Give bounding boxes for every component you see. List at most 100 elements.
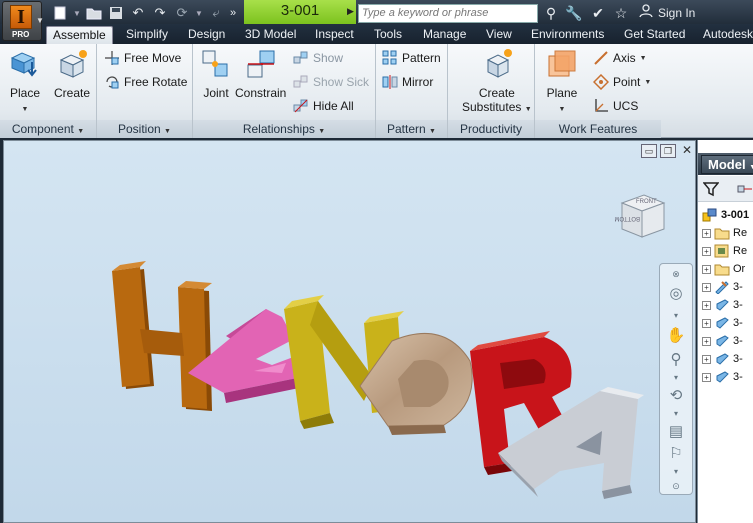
minimize-window-icon[interactable]: ▭ [641, 144, 657, 158]
tab-get-started[interactable]: Get Started [618, 26, 691, 44]
component-group-label[interactable]: Component ▼ [0, 120, 96, 138]
position-group-label[interactable]: Position ▼ [97, 120, 192, 138]
tab-autodesk[interactable]: Autodesk [697, 26, 753, 44]
communication-center-icon[interactable]: ✔ [588, 4, 608, 22]
tab-inspect[interactable]: Inspect [309, 26, 360, 44]
tree-item[interactable]: +3- [702, 278, 743, 296]
tree-item[interactable]: + Re [702, 242, 747, 260]
relationships-group-label[interactable]: Relationships ▼ [193, 120, 375, 138]
part-icon [716, 371, 729, 383]
tree-item[interactable]: +3- [702, 332, 743, 350]
plane-button[interactable]: Plane ▼ [545, 48, 579, 117]
place-button[interactable]: Place ▼ [8, 48, 42, 117]
ucs-button[interactable]: UCS [593, 96, 638, 116]
tab-tools[interactable]: Tools [368, 26, 408, 44]
orbit-icon[interactable]: ⟲ [666, 386, 686, 406]
ribbon-tab-bar: Assemble Simplify Design 3D Model Inspec… [0, 24, 753, 44]
tab-3d-model[interactable]: 3D Model [239, 26, 302, 44]
save-icon[interactable] [106, 4, 126, 22]
tree-item[interactable]: +3- [702, 314, 743, 332]
tree-item[interactable]: +3- [702, 350, 743, 368]
tab-environments[interactable]: Environments [525, 26, 610, 44]
pattern-group-label[interactable]: Pattern ▼ [376, 120, 447, 138]
graphics-viewport[interactable]: ▭ ❐ ✕ FRONT BOTTOM ⊗ ◎ ▾ ✋ ⚲ ▾ ⟲ ▾ ▤ ⚐ ▾… [3, 140, 696, 523]
close-window-icon[interactable]: ✕ [679, 144, 695, 158]
new-dropdown-icon[interactable]: ▼ [72, 4, 82, 22]
part-icon [716, 299, 729, 311]
more-tools-icon[interactable]: » [228, 4, 238, 22]
sign-in-link[interactable]: Sign In [658, 6, 695, 20]
return-icon[interactable]: ⤶ [206, 4, 226, 22]
show-button[interactable]: Show [293, 48, 343, 68]
chevron-down-icon[interactable]: ▾ [666, 306, 686, 326]
orbit-dropdown-icon[interactable]: ▾ [666, 404, 686, 424]
search-input[interactable]: Type a keyword or phrase [358, 4, 538, 23]
pattern-button[interactable]: Pattern [382, 48, 441, 68]
view-face-icon[interactable]: ⚐ [666, 444, 686, 464]
viewcube-icon[interactable]: FRONT BOTTOM [614, 185, 672, 243]
joint-label: Joint [203, 86, 229, 100]
navbar-options-icon[interactable]: ⊙ [666, 476, 686, 496]
hide-all-button[interactable]: Hide All [293, 96, 354, 116]
filter-icon[interactable] [703, 181, 719, 197]
create-button[interactable]: Create [54, 48, 90, 100]
work-features-group: Plane ▼ Axis ▼ Point ▼ UCS Work Features [535, 44, 661, 138]
subscription-key-icon[interactable]: 🔧 [564, 4, 584, 22]
update-dropdown-icon[interactable]: ▼ [194, 4, 204, 22]
constrain-icon [244, 48, 278, 80]
viewcube-front-label: FRONT [636, 199, 657, 205]
tree-item[interactable]: + Re [702, 224, 747, 242]
part-icon [716, 335, 729, 347]
axis-button[interactable]: Axis ▼ [593, 48, 647, 68]
zoom-icon[interactable]: ⚲ [666, 350, 686, 370]
open-folder-icon[interactable] [84, 4, 104, 22]
tab-manage[interactable]: Manage [417, 26, 472, 44]
pro-badge: PRO [12, 30, 30, 39]
undo-icon[interactable]: ↶ [128, 4, 148, 22]
new-file-icon[interactable] [50, 4, 70, 22]
document-title: 3-001 [244, 0, 356, 24]
info-center-arrow-icon[interactable]: ▶ [347, 6, 357, 18]
tab-design[interactable]: Design [182, 26, 231, 44]
productivity-group: Create Substitutes ▼ Productivity [448, 44, 535, 138]
model-browser-tab[interactable]: Model ▼ [701, 155, 753, 174]
productivity-group-label: Productivity [448, 120, 534, 138]
user-icon[interactable] [636, 4, 656, 22]
position-group: Free Move Free Rotate Position ▼ [97, 44, 193, 138]
point-button[interactable]: Point ▼ [593, 72, 651, 92]
joint-button[interactable]: Joint [199, 48, 233, 100]
tree-item[interactable]: +3- [702, 368, 743, 386]
redo-icon[interactable]: ↷ [150, 4, 170, 22]
browser-options-icon[interactable] [736, 181, 753, 197]
free-rotate-icon [104, 74, 120, 90]
letter-h[interactable] [112, 261, 212, 411]
create-substitutes-button[interactable]: Create Substitutes ▼ [462, 48, 532, 117]
free-rotate-button[interactable]: Free Rotate [104, 72, 187, 92]
mirror-button[interactable]: Mirror [382, 72, 433, 92]
steering-wheel-icon[interactable]: ◎ [666, 284, 686, 304]
part-icon [716, 317, 729, 329]
quick-access-toolbar: ▼ ↶ ↷ ⟳ ▼ ⤶ » [50, 4, 238, 22]
constrain-button[interactable]: Constrain [235, 48, 286, 100]
tab-simplify[interactable]: Simplify [120, 26, 174, 44]
update-icon[interactable]: ⟳ [172, 4, 192, 22]
hendra-3d-model[interactable] [4, 141, 696, 523]
show-sick-button[interactable]: Show Sick [293, 72, 369, 92]
zoom-dropdown-icon[interactable]: ▾ [666, 368, 686, 388]
pan-hand-icon[interactable]: ✋ [666, 326, 686, 346]
free-move-button[interactable]: Free Move [104, 48, 181, 68]
application-menu-button[interactable]: I PRO ▼ [2, 1, 44, 41]
look-at-icon[interactable]: ▤ [666, 422, 686, 442]
restore-window-icon[interactable]: ❐ [660, 144, 676, 158]
tree-item[interactable]: +3- [702, 296, 743, 314]
close-navbar-icon[interactable]: ⊗ [666, 264, 686, 284]
tab-view[interactable]: View [480, 26, 518, 44]
navigation-bar: ⊗ ◎ ▾ ✋ ⚲ ▾ ⟲ ▾ ▤ ⚐ ▾ ⊙ [659, 263, 693, 495]
favorites-star-icon[interactable]: ☆ [611, 4, 631, 22]
tree-root[interactable]: 3-001 [702, 206, 749, 224]
tab-assemble[interactable]: Assemble [46, 26, 113, 44]
place-dropdown-icon[interactable]: ▼ [22, 106, 29, 113]
pattern-group: Pattern Mirror Pattern ▼ [376, 44, 448, 138]
tree-item[interactable]: + Or [702, 260, 745, 278]
binoculars-search-icon[interactable]: ⚲ [541, 4, 561, 22]
